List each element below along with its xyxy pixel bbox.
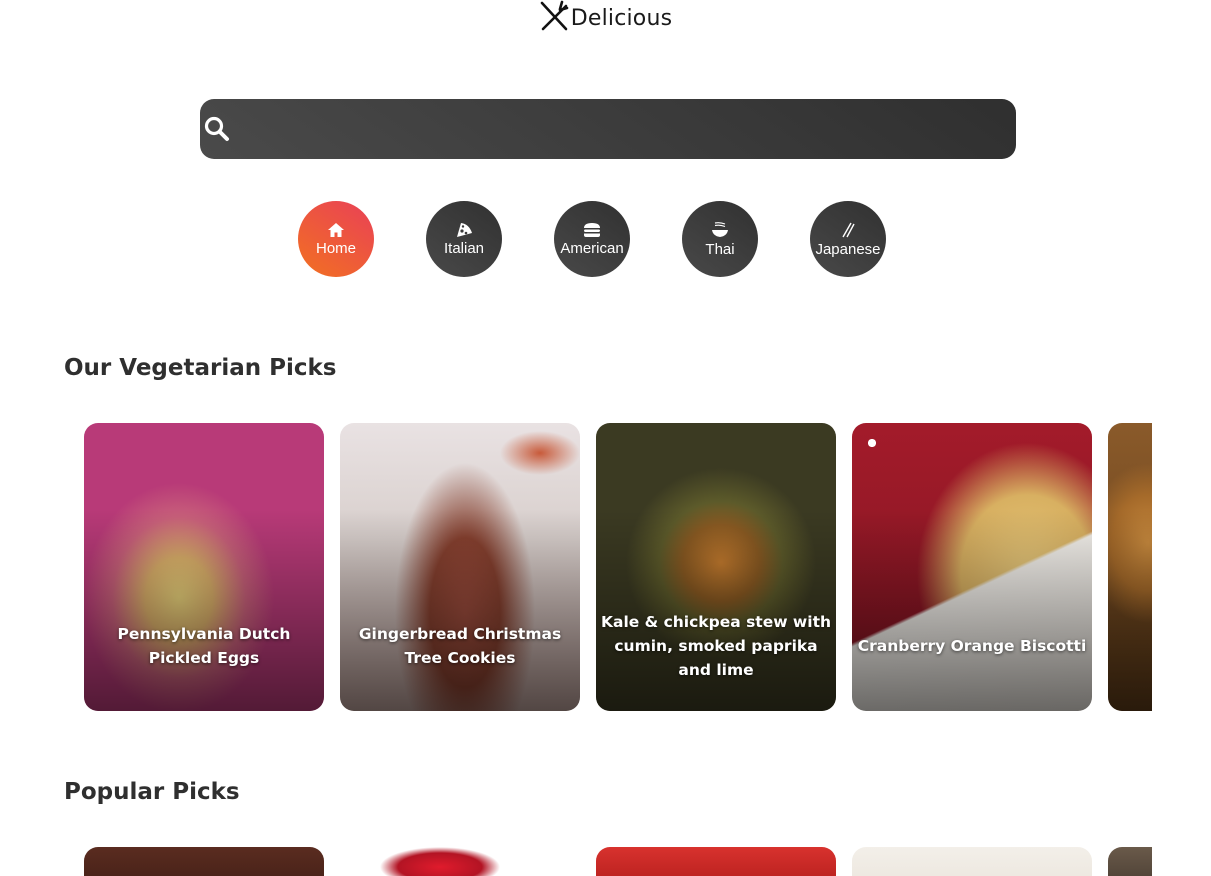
chopsticks-icon bbox=[839, 221, 857, 241]
section-title-vegetarian: Our Vegetarian Picks bbox=[64, 355, 337, 381]
recipe-title: Cranberry Orange Biscotti bbox=[857, 637, 1087, 655]
popular-carousel[interactable] bbox=[84, 847, 1152, 876]
category-label: Thai bbox=[705, 240, 735, 258]
fork-knife-icon bbox=[539, 0, 569, 36]
home-icon bbox=[327, 222, 345, 240]
category-label: Home bbox=[315, 239, 356, 257]
recipe-card[interactable]: Kale & chickpea stew with cumin, smoked … bbox=[596, 423, 836, 711]
brand-name: Delicious bbox=[570, 5, 673, 31]
recipe-card[interactable] bbox=[340, 847, 580, 876]
category-home[interactable]: Home bbox=[298, 201, 374, 277]
category-label: Italian bbox=[443, 240, 485, 257]
search-bar bbox=[200, 99, 1016, 161]
category-nav: Home Italian American Thai Japanese bbox=[298, 201, 886, 277]
recipe-card[interactable]: Cranberry Orange Biscotti bbox=[852, 423, 1092, 711]
category-american[interactable]: American bbox=[554, 201, 630, 277]
recipe-title: C bbox=[1108, 581, 1152, 711]
recipe-card[interactable] bbox=[852, 847, 1092, 876]
carousel-track bbox=[84, 847, 1152, 876]
site-logo[interactable]: Delicious bbox=[0, 0, 1211, 36]
recipe-card[interactable]: Pennsylvania Dutch Pickled Eggs bbox=[84, 423, 324, 711]
noodle-bowl-icon bbox=[711, 221, 729, 241]
category-japanese[interactable]: Japanese bbox=[810, 201, 886, 277]
recipe-title: Pennsylvania Dutch Pickled Eggs bbox=[117, 625, 291, 667]
carousel-track: Pennsylvania Dutch Pickled Eggs Gingerbr… bbox=[84, 423, 1152, 711]
section-title-popular: Popular Picks bbox=[64, 779, 240, 805]
category-label: Japanese bbox=[815, 240, 881, 258]
category-label: American bbox=[560, 239, 624, 257]
category-italian[interactable]: Italian bbox=[426, 201, 502, 277]
search-icon[interactable] bbox=[204, 116, 230, 146]
recipe-card[interactable] bbox=[596, 847, 836, 876]
hamburger-icon bbox=[583, 222, 601, 240]
recipe-card[interactable] bbox=[84, 847, 324, 876]
recipe-title: Kale & chickpea stew with cumin, smoked … bbox=[600, 613, 832, 679]
search-input[interactable] bbox=[240, 99, 1004, 161]
recipe-card[interactable]: C bbox=[1108, 423, 1152, 711]
recipe-card[interactable] bbox=[1108, 847, 1152, 876]
pizza-icon bbox=[455, 221, 473, 240]
recipe-card[interactable]: Gingerbread Christmas Tree Cookies bbox=[340, 423, 580, 711]
recipe-title: Gingerbread Christmas Tree Cookies bbox=[358, 625, 562, 667]
vegetarian-carousel[interactable]: Pennsylvania Dutch Pickled Eggs Gingerbr… bbox=[84, 423, 1152, 711]
category-thai[interactable]: Thai bbox=[682, 201, 758, 277]
